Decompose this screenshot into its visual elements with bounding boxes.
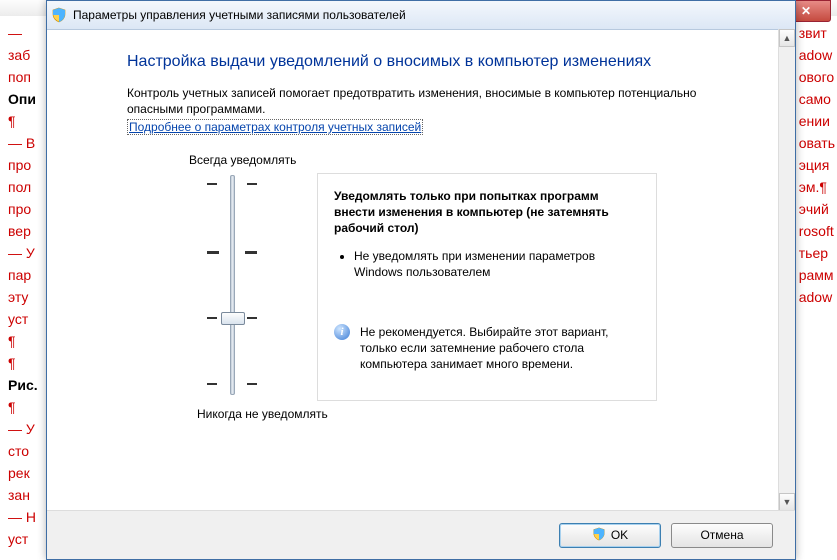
slider-thumb[interactable]	[221, 312, 245, 325]
dialog-body: Настройка выдачи уведомлений о вносимых …	[47, 29, 779, 511]
shield-icon	[592, 527, 606, 544]
slider-label-bottom: Никогда не уведомлять	[197, 407, 328, 421]
slider-track	[230, 175, 235, 395]
scroll-down-arrow-icon[interactable]: ▼	[779, 493, 795, 511]
titlebar[interactable]: Параметры управления учетными записями п…	[47, 1, 795, 30]
level-title: Уведомлять только при попытках программ …	[334, 188, 640, 236]
slider-tick	[207, 183, 257, 185]
ok-button-label: OK	[611, 528, 628, 542]
slider-tick	[207, 251, 257, 253]
cancel-button-label: Отмена	[700, 528, 743, 542]
learn-more-link[interactable]: Подробнее о параметрах контроля учетных …	[127, 119, 423, 135]
slider-tick	[207, 383, 257, 385]
level-description-panel: Уведомлять только при попытках программ …	[317, 173, 657, 401]
info-icon	[334, 324, 350, 340]
titlebar-text: Параметры управления учетными записями п…	[73, 8, 406, 22]
vertical-scrollbar[interactable]: ▲ ▼	[778, 29, 795, 511]
level-bullet: Не уведомлять при изменении параметров W…	[354, 248, 640, 280]
uac-settings-dialog: Параметры управления учетными записями п…	[46, 0, 796, 560]
dialog-footer: OK Отмена	[47, 510, 795, 559]
scroll-up-arrow-icon[interactable]: ▲	[779, 29, 795, 47]
page-title: Настройка выдачи уведомлений о вносимых …	[127, 53, 737, 71]
description-text: Контроль учетных записей помогает предот…	[127, 85, 737, 117]
notification-slider[interactable]	[207, 175, 257, 395]
cancel-button[interactable]: Отмена	[671, 523, 773, 548]
level-recommendation: Не рекомендуется. Выбирайте этот вариант…	[360, 324, 640, 372]
ok-button[interactable]: OK	[559, 523, 661, 548]
slider-label-top: Всегда уведомлять	[189, 153, 296, 167]
shield-icon	[51, 7, 67, 23]
